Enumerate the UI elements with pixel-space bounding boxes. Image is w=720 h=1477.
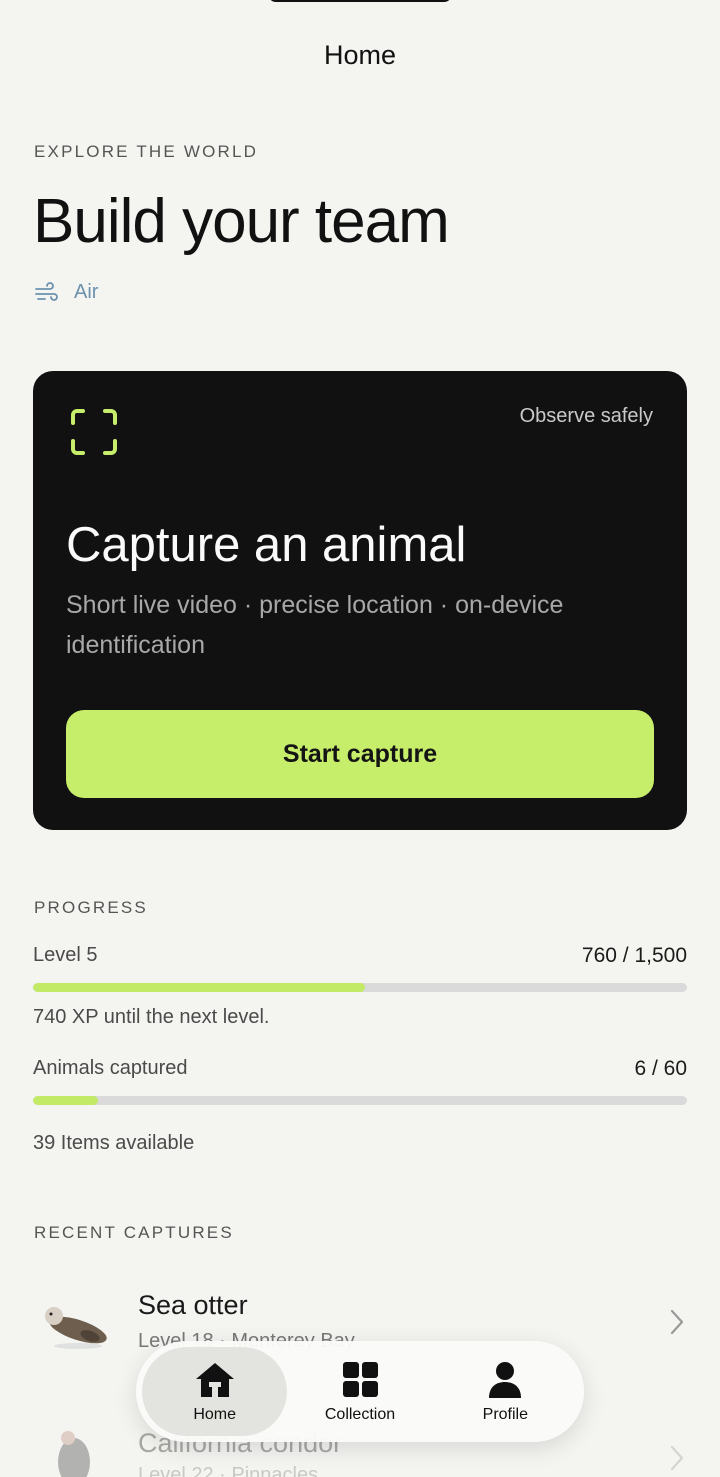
device-notch [268, 0, 452, 2]
animals-captured-label: Animals captured [33, 1057, 188, 1079]
weather-label: Air [74, 280, 99, 303]
start-capture-button[interactable]: Start capture [66, 710, 654, 798]
hero-eyebrow: EXPLORE THE WORLD [34, 142, 259, 161]
animals-progress-bar [33, 1096, 687, 1105]
hero-headline: Build your team [33, 187, 450, 256]
progress-section-label: PROGRESS [34, 898, 148, 917]
tab-collection[interactable]: Collection [287, 1347, 432, 1436]
capture-card: Observe safely Capture an animal Short l… [33, 371, 687, 830]
tab-home[interactable]: Home [142, 1347, 288, 1436]
wind-icon [35, 282, 58, 301]
level-progress-fill [33, 983, 365, 992]
recent-captures-label: RECENT CAPTURES [34, 1223, 234, 1242]
level-caption: 740 XP until the next level. [33, 1006, 270, 1028]
level-progress-bar [33, 983, 687, 992]
tab-label: Home [193, 1405, 236, 1423]
weather-indicator: Air [34, 280, 98, 304]
condor-thumbnail [58, 1431, 90, 1477]
level-label: Level 5 [33, 944, 98, 966]
chevron-right-icon [670, 1309, 684, 1335]
capture-name: Sea otter [138, 1290, 248, 1320]
sea-otter-thumbnail [45, 1307, 107, 1349]
person-icon [489, 1361, 522, 1398]
grid-icon [342, 1361, 378, 1397]
tab-label: Profile [482, 1405, 528, 1423]
capture-card-title: Capture an animal [66, 518, 467, 572]
bottom-tab-bar: Home Collection Profile [136, 1341, 584, 1442]
capture-card-subtitle: Short live video · precise location · on… [66, 591, 564, 659]
chevron-right-icon [670, 1445, 684, 1471]
page-title: Home [323, 40, 397, 70]
tab-label: Collection [324, 1405, 396, 1423]
level-row: Level 5 760 / 1,500 [33, 944, 687, 968]
animals-captured-value: 6 / 60 [634, 1057, 687, 1080]
level-xp-value: 760 / 1,500 [581, 944, 687, 967]
animals-progress-fill [33, 1096, 99, 1105]
animals-row: Animals captured 6 / 60 [33, 1057, 687, 1081]
observe-safely-note: Observe safely [519, 405, 653, 427]
house-icon [195, 1362, 234, 1397]
tab-profile[interactable]: Profile [433, 1347, 578, 1436]
items-available-caption: 39 Items available [33, 1132, 195, 1154]
scan-frame-icon [71, 409, 117, 455]
capture-meta: Level 22 · Pinnacles [138, 1464, 319, 1477]
